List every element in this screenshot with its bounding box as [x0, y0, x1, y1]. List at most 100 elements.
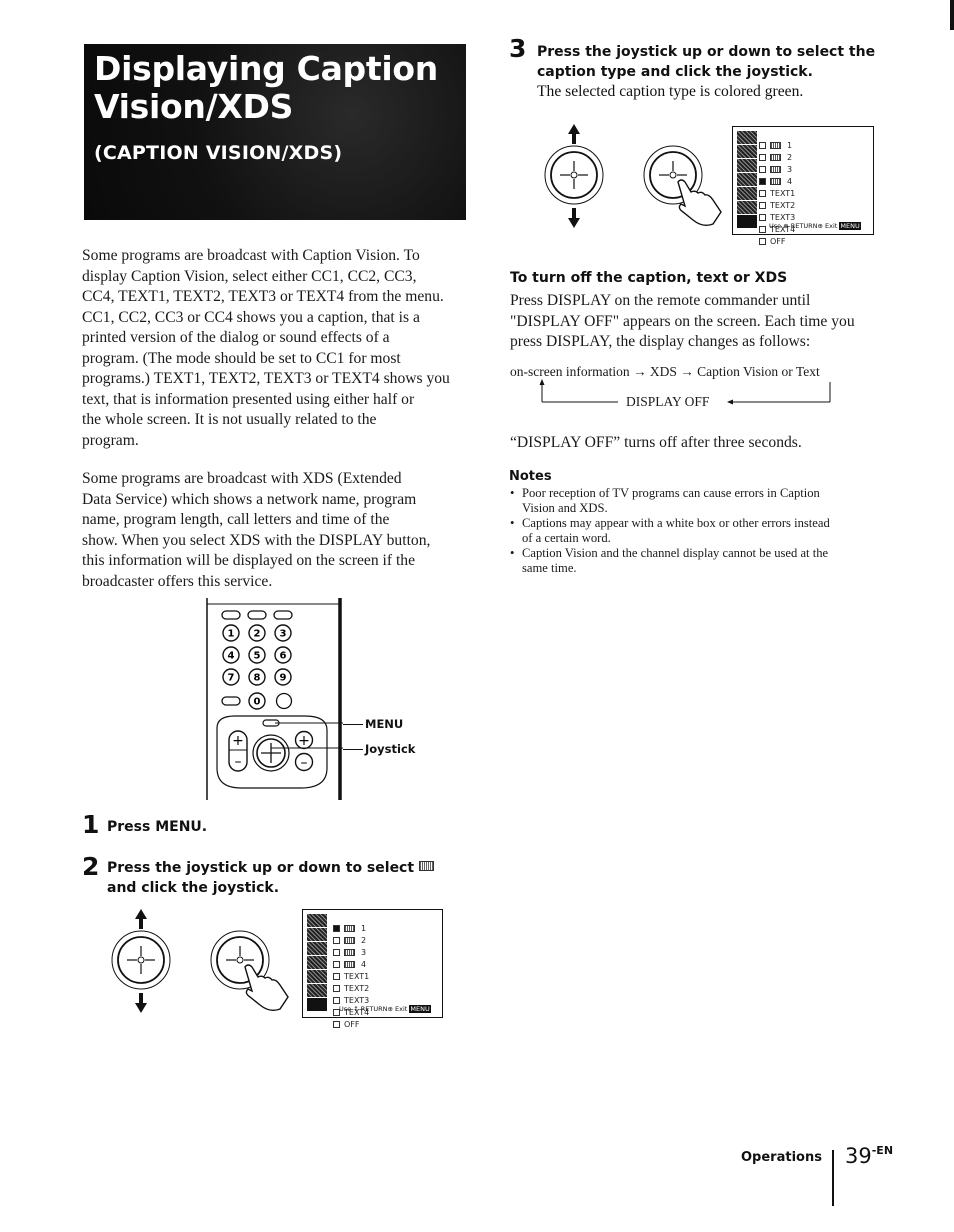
- notes-list: Poor reception of TV programs can cause …: [508, 486, 898, 576]
- remote-key-label: 7: [228, 673, 235, 684]
- option-label: OFF: [344, 1019, 360, 1029]
- caption-option[interactable]: OFF: [333, 1018, 369, 1030]
- option-checkbox: [759, 141, 766, 149]
- remote-control-illustration: 1 2 3 4 5 6 7 8 9 0 + – + –: [205, 598, 345, 800]
- cc-icon: [344, 948, 355, 956]
- cc-icon: [344, 924, 355, 932]
- text-line: printed version of the dialog or sound e…: [82, 329, 390, 346]
- text-line: program. (The mode should be set to CC1 …: [82, 349, 401, 367]
- caption-option[interactable]: TEXT2: [333, 982, 369, 994]
- step-text-line: Press the joystick up or down to select: [107, 860, 415, 876]
- option-label: 4: [787, 176, 793, 186]
- step-text: Press MENU.: [107, 819, 208, 835]
- text-line: "DISPLAY OFF" appears on the screen. Eac…: [510, 312, 855, 330]
- step-text-line: caption type and click the joystick.: [537, 64, 813, 80]
- remote-key-blank: [273, 610, 293, 620]
- page-title-line-2: Vision/XDS: [94, 87, 294, 126]
- step-number: 3: [509, 34, 527, 63]
- step-text: Press the joystick up or down to select …: [107, 858, 434, 898]
- audio-menu-icon: [737, 145, 757, 158]
- caption-option[interactable]: 1: [759, 139, 795, 151]
- option-checkbox: [759, 237, 766, 245]
- caption-option[interactable]: TEXT2: [759, 199, 795, 211]
- text-line: text, that is information presented usin…: [82, 390, 415, 408]
- cc-menu-icon: [737, 215, 757, 228]
- text-line: Press DISPLAY on the remote commander un…: [510, 292, 811, 309]
- text-line: Some programs are broadcast with XDS (Ex…: [82, 470, 402, 487]
- cc-icon: [344, 936, 355, 944]
- menu-key-icon: MENU: [839, 222, 861, 230]
- menu-icon-column: [737, 131, 757, 228]
- remote-key-label: 0: [254, 697, 261, 708]
- option-label: TEXT1: [770, 188, 796, 198]
- caption-option[interactable]: 4: [333, 958, 369, 970]
- caption-option[interactable]: 3: [759, 163, 795, 175]
- text-line: press DISPLAY, the display changes as fo…: [510, 333, 811, 350]
- joystick-tilt-icon: [544, 124, 604, 228]
- option-label: 3: [361, 947, 367, 957]
- page-number-suffix: -EN: [871, 1144, 894, 1157]
- setup-menu-icon: [307, 984, 327, 997]
- remote-control-drawing: 1 2 3 4 5 6 7 8 9 0 + – + –: [206, 598, 343, 800]
- option-checkbox: [759, 213, 766, 221]
- text-line: name, program length, call letters and t…: [82, 511, 390, 528]
- remote-key-label: 1: [228, 629, 235, 640]
- text-line: programs.) TEXT1, TEXT2, TEXT3 or TEXT4 …: [82, 370, 450, 387]
- option-checkbox: [333, 924, 340, 932]
- intro-paragraph-caption-vision: Some programs are broadcast with Caption…: [82, 246, 472, 451]
- cc-menu-icon: [307, 998, 327, 1011]
- note-item: Caption Vision and the channel display c…: [508, 546, 898, 576]
- remote-key-label: 2: [254, 629, 261, 640]
- menu-screen-step-3: 1 2 3 4 TEXT1 TEXT2 TEXT3 TEXT4 OFF Use …: [732, 126, 874, 246]
- option-checkbox: [759, 165, 766, 173]
- help-use: Use: [339, 1005, 352, 1013]
- turn-off-heading: To turn off the caption, text or XDS: [510, 270, 788, 286]
- page-title-line-1: Displaying Caption: [94, 49, 438, 88]
- svg-text:+: +: [232, 733, 244, 749]
- turn-off-paragraph: Press DISPLAY on the remote commander un…: [510, 291, 900, 353]
- page-edge-marker: [950, 0, 954, 30]
- text-line: show. When you select XDS with the DISPL…: [82, 531, 431, 549]
- remote-key-blank: [247, 610, 267, 620]
- caption-option[interactable]: 2: [759, 151, 795, 163]
- caption-option[interactable]: TEXT1: [759, 187, 795, 199]
- caption-options-list: 1 2 3 4 TEXT1 TEXT2 TEXT3 TEXT4 OFF: [333, 922, 369, 1030]
- option-label: 4: [361, 959, 367, 969]
- joystick-updown-icon: ⊕: [783, 222, 789, 230]
- channel-menu-icon: [307, 942, 327, 955]
- text-line: Data Service) which shows a network name…: [82, 490, 417, 508]
- caption-option[interactable]: 2: [333, 934, 369, 946]
- caption-option[interactable]: OFF: [759, 235, 795, 247]
- note-line: Caption Vision and the channel display c…: [522, 546, 829, 560]
- notes-heading: Notes: [509, 469, 552, 484]
- joystick-press-icon: ⊕: [387, 1005, 393, 1013]
- step-text-line: and click the joystick.: [107, 880, 280, 896]
- caption-option[interactable]: 4: [759, 175, 795, 187]
- remote-key-blank: [221, 696, 241, 706]
- option-label: TEXT2: [344, 983, 370, 993]
- text-line: CC4, TEXT1, TEXT2, TEXT3 or TEXT4 from t…: [82, 288, 444, 305]
- menu-key-icon: MENU: [409, 1005, 431, 1013]
- help-return: RETURN: [790, 222, 818, 230]
- help-exit: Exit: [825, 222, 838, 230]
- cc-icon: [418, 861, 434, 871]
- menu-icon-column: [307, 914, 327, 1011]
- help-exit: Exit: [395, 1005, 408, 1013]
- text-line: broadcaster offers this service.: [82, 572, 273, 590]
- text-line: display Caption Vision, select either CC…: [82, 267, 417, 285]
- caption-option[interactable]: 1: [333, 922, 369, 934]
- page-subtitle: (CAPTION VISION/XDS): [94, 142, 343, 164]
- joystick-leader-line: [343, 749, 363, 750]
- note-line: Captions may appear with a white box or …: [522, 516, 830, 530]
- joystick-tilt-icon: [111, 909, 171, 1013]
- option-checkbox: [333, 972, 340, 980]
- option-label: 3: [787, 164, 793, 174]
- menu-leader-line: [343, 724, 363, 725]
- page-title: Displaying Caption Vision/XDS: [94, 50, 438, 126]
- step-detail: The selected caption type is colored gre…: [537, 83, 804, 100]
- page-number: 39-EN: [845, 1144, 893, 1168]
- audio-menu-icon: [307, 928, 327, 941]
- caption-option[interactable]: TEXT1: [333, 970, 369, 982]
- caption-option[interactable]: 3: [333, 946, 369, 958]
- note-line: same time.: [522, 561, 577, 575]
